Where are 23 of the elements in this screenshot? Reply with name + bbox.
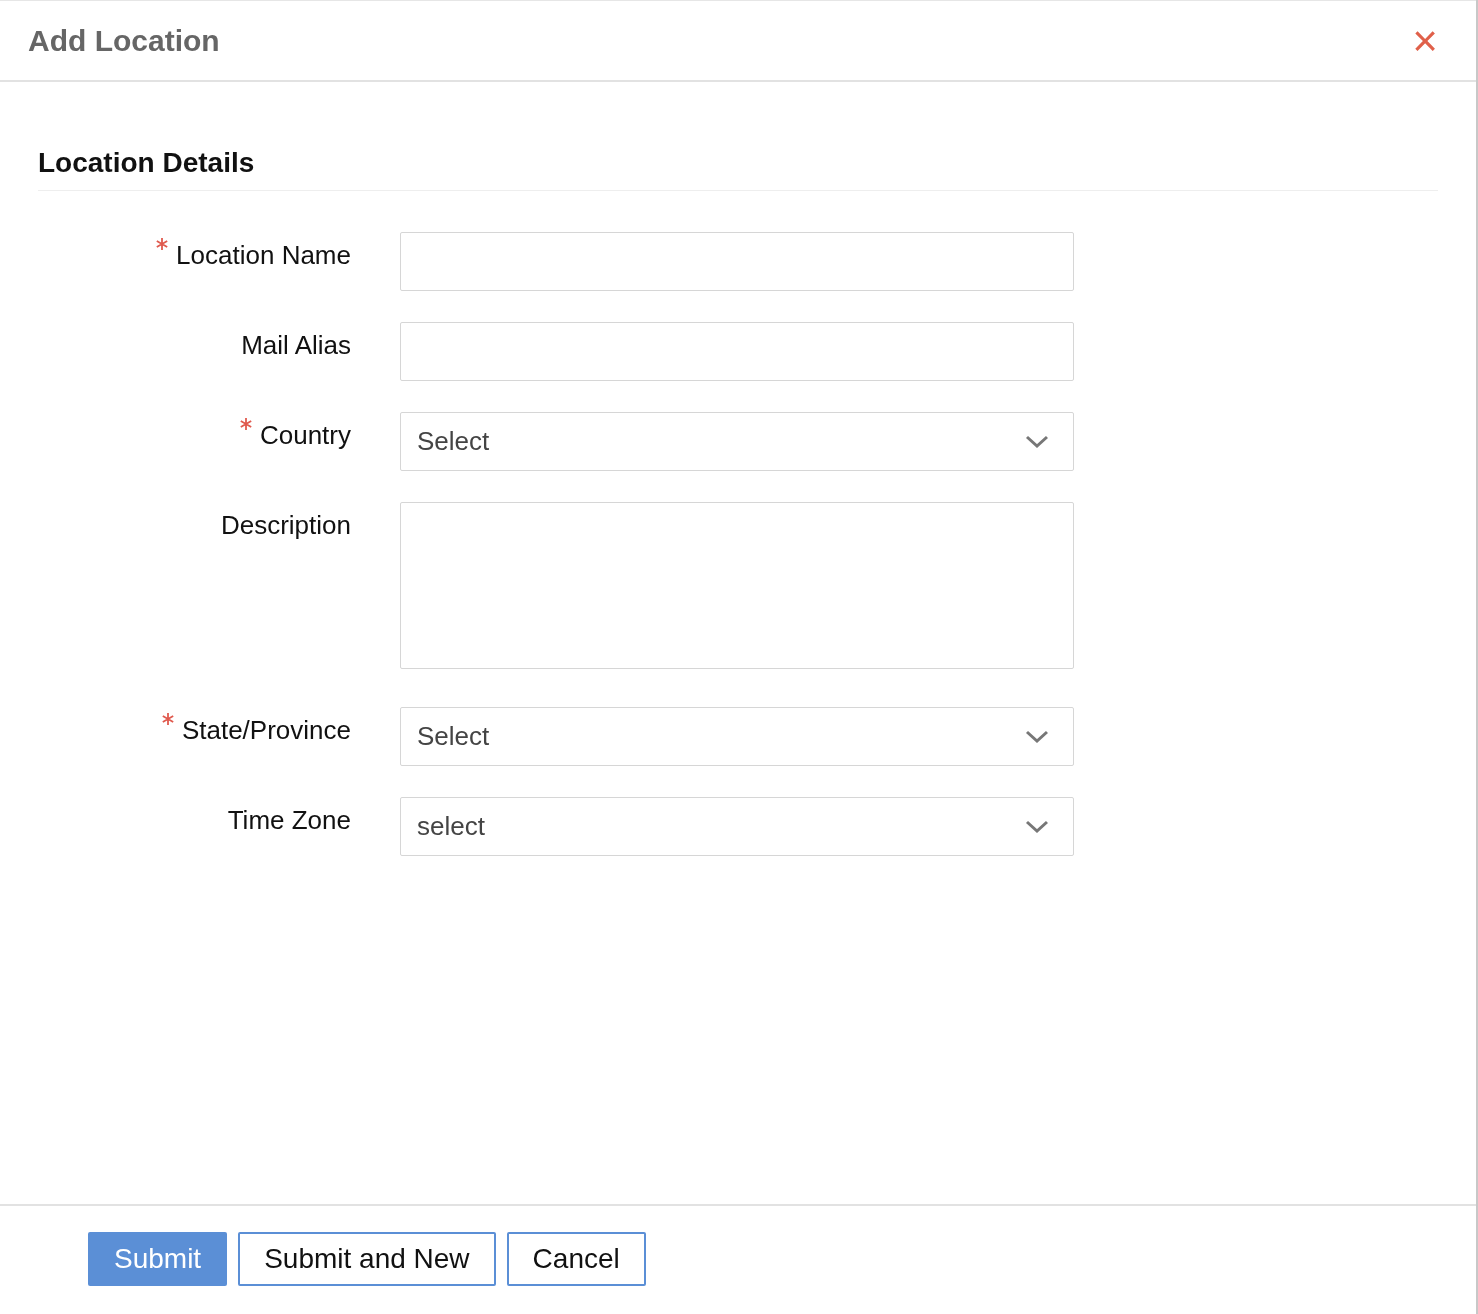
dialog-title: Add Location — [28, 23, 220, 59]
select-dropdown[interactable]: select — [400, 797, 1074, 856]
form-button[interactable]: Submit and New — [238, 1232, 496, 1286]
chevron-down-icon — [1025, 729, 1049, 744]
text-field[interactable] — [400, 232, 1074, 291]
select-dropdown[interactable]: Select — [400, 707, 1074, 766]
required-asterisk-icon — [239, 418, 252, 430]
field-label: Description — [220, 509, 351, 542]
field-label: State/Province — [181, 714, 351, 747]
chevron-down-icon — [1025, 819, 1049, 834]
select-dropdown[interactable]: Select — [400, 412, 1074, 471]
form-button[interactable]: Cancel — [506, 1232, 646, 1286]
field-label: Time Zone — [227, 804, 351, 837]
description-field[interactable] — [400, 502, 1074, 669]
field-label: Location Name — [176, 239, 351, 272]
close-button[interactable]: × — [1412, 18, 1438, 63]
required-asterisk-icon — [156, 238, 169, 250]
required-asterisk-icon — [161, 713, 174, 725]
chevron-down-icon — [1025, 434, 1049, 449]
text-field[interactable] — [400, 322, 1074, 381]
field-label: Country — [259, 419, 351, 452]
section-title: Location Details — [38, 147, 255, 178]
field-label: Mail Alias — [241, 329, 351, 362]
